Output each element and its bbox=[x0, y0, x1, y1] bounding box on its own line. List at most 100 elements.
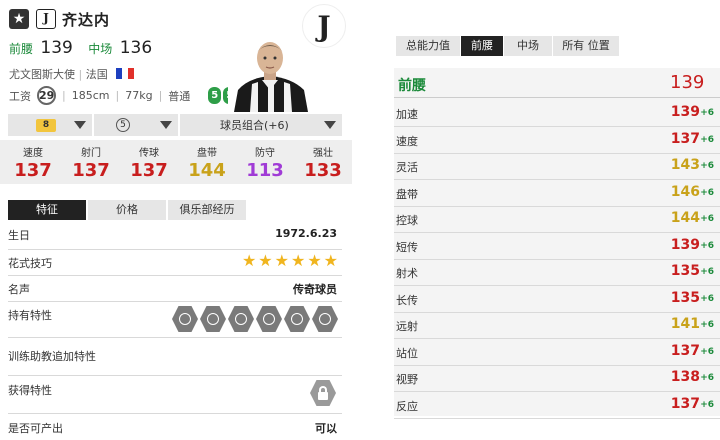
attribute-bonus: +6 bbox=[700, 214, 714, 224]
attribute-value: 141 bbox=[670, 316, 700, 332]
tab-all-positions[interactable]: 所有 位置 bbox=[553, 36, 619, 56]
main-stat-label: 射门 bbox=[81, 148, 101, 159]
attribute-bonus: +6 bbox=[700, 320, 714, 330]
fame-label: 名声 bbox=[8, 283, 30, 296]
fame-row: 名声 传奇球员 bbox=[8, 276, 342, 302]
main-stat-value: 137 bbox=[72, 160, 110, 181]
player-portrait bbox=[228, 40, 312, 112]
attribute-bonus: +6 bbox=[700, 346, 714, 357]
attribute-bonus: +6 bbox=[700, 134, 714, 145]
attribute-label: 速度 bbox=[396, 134, 418, 148]
attribute-row: 控球 144 +6 bbox=[394, 205, 720, 233]
attribute-value: 139 bbox=[670, 236, 700, 253]
combo-select[interactable]: 球员组合(+6) bbox=[180, 114, 342, 136]
attribute-label: 远射 bbox=[396, 320, 418, 333]
nation-text: 法国 bbox=[85, 68, 108, 81]
level-select[interactable]: 8 bbox=[8, 114, 92, 136]
skill-label: 花式技巧 bbox=[8, 257, 52, 270]
tab-cm[interactable]: 中场 bbox=[504, 36, 552, 56]
trait-icon-2[interactable] bbox=[200, 306, 226, 332]
trait-icon-1[interactable] bbox=[172, 306, 198, 332]
main-stat-value: 133 bbox=[304, 160, 342, 181]
upgrade-select[interactable]: 5 bbox=[94, 114, 178, 136]
main-stat: 传球 137 bbox=[120, 140, 178, 184]
main-stat-value: 144 bbox=[188, 160, 226, 181]
position-label: 中场 bbox=[88, 42, 113, 56]
attribute-row: 盘带 146 +6 bbox=[394, 179, 720, 207]
main-stat-value: 137 bbox=[14, 160, 52, 181]
attribute-value: 137 bbox=[670, 395, 700, 412]
attribute-bonus: +6 bbox=[700, 267, 714, 277]
selector-bar: 8 5 球员组合(+6) bbox=[8, 114, 342, 136]
fame-value: 传奇球员 bbox=[293, 283, 337, 296]
attribute-row: 视野 138 +6 bbox=[394, 364, 720, 392]
trait-icon-5[interactable] bbox=[284, 306, 310, 332]
attribute-row: 反应 137 +6 bbox=[394, 391, 720, 419]
produce-label: 是否可产出 bbox=[8, 422, 63, 435]
main-stats: 速度 137 射门 137 传球 137 盘带 144 防守 113 强壮 133 bbox=[0, 140, 352, 184]
attribute-header: 前腰 139 bbox=[394, 68, 720, 98]
lock-icon[interactable] bbox=[310, 380, 336, 406]
attribute-panel: 前腰 139 加速 139 +6 速度 137 +6 灵活 143 +6 盘带 146 +6 控球 144… bbox=[394, 68, 720, 419]
attribute-value: 137 bbox=[670, 342, 700, 359]
france-flag-icon bbox=[116, 68, 135, 79]
attribute-bonus: +6 bbox=[700, 293, 714, 304]
main-stat-label: 盘带 bbox=[197, 148, 217, 159]
ambassador-text: 尤文图斯大使 bbox=[9, 68, 75, 81]
attribute-position-rating: 139 bbox=[670, 72, 705, 93]
attribute-row: 速度 137 +6 bbox=[394, 126, 720, 154]
player-header: ★ J 齐达内 前腰 139 中场 136 尤文图斯大使 | 法国 工资 29 … bbox=[0, 0, 352, 112]
trait-icon-3[interactable] bbox=[228, 306, 254, 332]
main-stat: 盘带 144 bbox=[178, 140, 236, 184]
attribute-bonus: +6 bbox=[700, 240, 714, 251]
attribute-label: 长传 bbox=[396, 293, 418, 307]
trait-icon-6[interactable] bbox=[312, 306, 338, 332]
attribute-label: 站位 bbox=[396, 346, 418, 360]
attribute-position-label: 前腰 bbox=[398, 78, 426, 94]
left-foot-badge: 5 bbox=[208, 87, 222, 104]
main-stat: 防守 113 bbox=[236, 140, 294, 184]
star-icon: ★ bbox=[274, 251, 289, 270]
attribute-row: 远射 141 +6 bbox=[394, 311, 720, 339]
traits-label: 持有特性 bbox=[8, 309, 52, 322]
favorite-star-icon[interactable]: ★ bbox=[9, 9, 29, 29]
tab-cam[interactable]: 前腰 bbox=[461, 36, 503, 56]
attribute-label: 控球 bbox=[396, 214, 418, 227]
birthday-row: 生日 1972.6.23 bbox=[8, 222, 342, 250]
position-ratings: 前腰 139 中场 136 bbox=[9, 38, 162, 58]
birthday-value: 1972.6.23 bbox=[275, 227, 337, 240]
traits-list bbox=[172, 306, 338, 332]
trait-icon-4[interactable] bbox=[256, 306, 282, 332]
tab-overall[interactable]: 总能力值 bbox=[396, 36, 460, 56]
upgrade-value: 5 bbox=[116, 118, 130, 132]
attribute-label: 加速 bbox=[396, 108, 418, 121]
attribute-bonus: +6 bbox=[700, 187, 714, 198]
tab-traits[interactable]: 特征 bbox=[8, 200, 86, 220]
star-icon: ★ bbox=[307, 251, 322, 270]
club-badge-icon: J bbox=[36, 9, 56, 29]
weight-text: 77kg bbox=[125, 89, 153, 102]
birthday-label: 生日 bbox=[8, 229, 30, 242]
main-stat: 射门 137 bbox=[62, 140, 120, 184]
chevron-down-icon bbox=[160, 121, 172, 129]
ambassador-row: 尤文图斯大使 | 法国 bbox=[9, 66, 135, 82]
height-text: 185cm bbox=[71, 89, 110, 102]
player-name: 齐达内 bbox=[62, 11, 111, 29]
attribute-value: 146 bbox=[670, 183, 700, 200]
tab-price[interactable]: 价格 bbox=[88, 200, 166, 220]
attribute-row: 加速 139 +6 bbox=[394, 99, 720, 127]
acquire-trait-label: 获得特性 bbox=[8, 384, 52, 397]
attribute-bonus: +6 bbox=[700, 161, 714, 171]
attribute-row: 射术 135 +6 bbox=[394, 258, 720, 286]
coach-trait-label: 训练助教追加特性 bbox=[8, 350, 96, 363]
position-tabs: 总能力值 前腰 中场 所有 位置 bbox=[396, 36, 619, 56]
attribute-value: 144 bbox=[670, 210, 700, 226]
chevron-down-icon bbox=[324, 121, 336, 129]
star-icon: ★ bbox=[258, 251, 273, 270]
main-stat: 强壮 133 bbox=[294, 140, 352, 184]
attribute-value: 135 bbox=[670, 263, 700, 279]
tab-club-history[interactable]: 俱乐部经历 bbox=[168, 200, 246, 220]
traits-row: 持有特性 bbox=[8, 302, 342, 338]
star-icon: ★ bbox=[290, 251, 306, 270]
wage-badge: 29 bbox=[37, 86, 56, 105]
